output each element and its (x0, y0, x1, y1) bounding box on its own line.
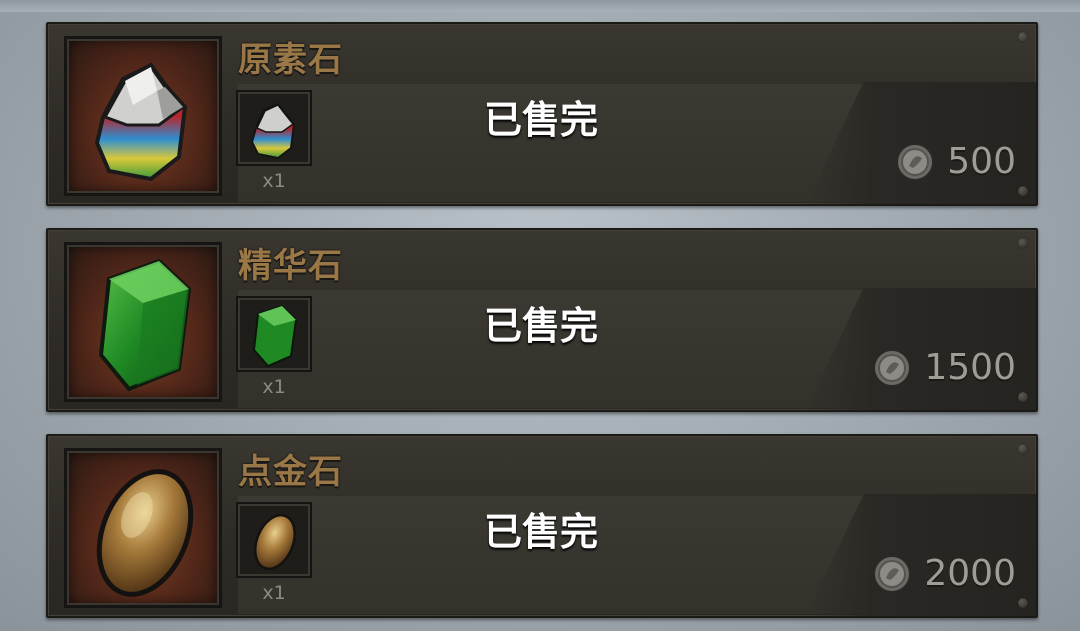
sold-out-label: 已售完 (483, 510, 598, 554)
item-name: 精华石 (238, 246, 343, 286)
item-quantity: x1 (262, 170, 286, 192)
price-value: 2000 (924, 553, 1016, 594)
price-value: 1500 (924, 347, 1016, 388)
silver-coin-icon (895, 142, 935, 182)
essence-stone-icon (236, 296, 312, 372)
shop-item-card[interactable]: 点金石 x1 已售完 2000 (46, 434, 1038, 618)
shop-item-card[interactable]: 精华石 x1 已售完 1500 (46, 228, 1038, 412)
rivet-decoration (1018, 444, 1028, 454)
price-tag: 1500 (872, 346, 1016, 390)
gold-touch-stone-icon (236, 502, 312, 578)
item-name: 点金石 (238, 452, 343, 492)
sold-out-label: 已售完 (483, 98, 598, 142)
essence-stone-icon (64, 242, 222, 402)
price-tag: 500 (895, 140, 1016, 184)
element-stone-icon (64, 36, 222, 196)
item-quantity: x1 (262, 376, 286, 398)
rivet-decoration (1018, 238, 1028, 248)
silver-coin-icon (872, 554, 912, 594)
shop-item-list: 原素石 x1 已售完 500 精华石 x1 已售完 1500 点金石 x1 已售… (0, 0, 1080, 631)
item-name: 原素石 (238, 40, 343, 80)
shop-item-card[interactable]: 原素石 x1 已售完 500 (46, 22, 1038, 206)
rivet-decoration (1018, 392, 1028, 402)
rivet-decoration (1018, 186, 1028, 196)
gold-touch-stone-icon (64, 448, 222, 608)
element-stone-icon (236, 90, 312, 166)
item-quantity: x1 (262, 582, 286, 604)
sold-out-label: 已售完 (483, 304, 598, 348)
rivet-decoration (1018, 598, 1028, 608)
price-value: 500 (947, 141, 1016, 182)
rivet-decoration (1018, 32, 1028, 42)
price-tag: 2000 (872, 552, 1016, 596)
silver-coin-icon (872, 348, 912, 388)
